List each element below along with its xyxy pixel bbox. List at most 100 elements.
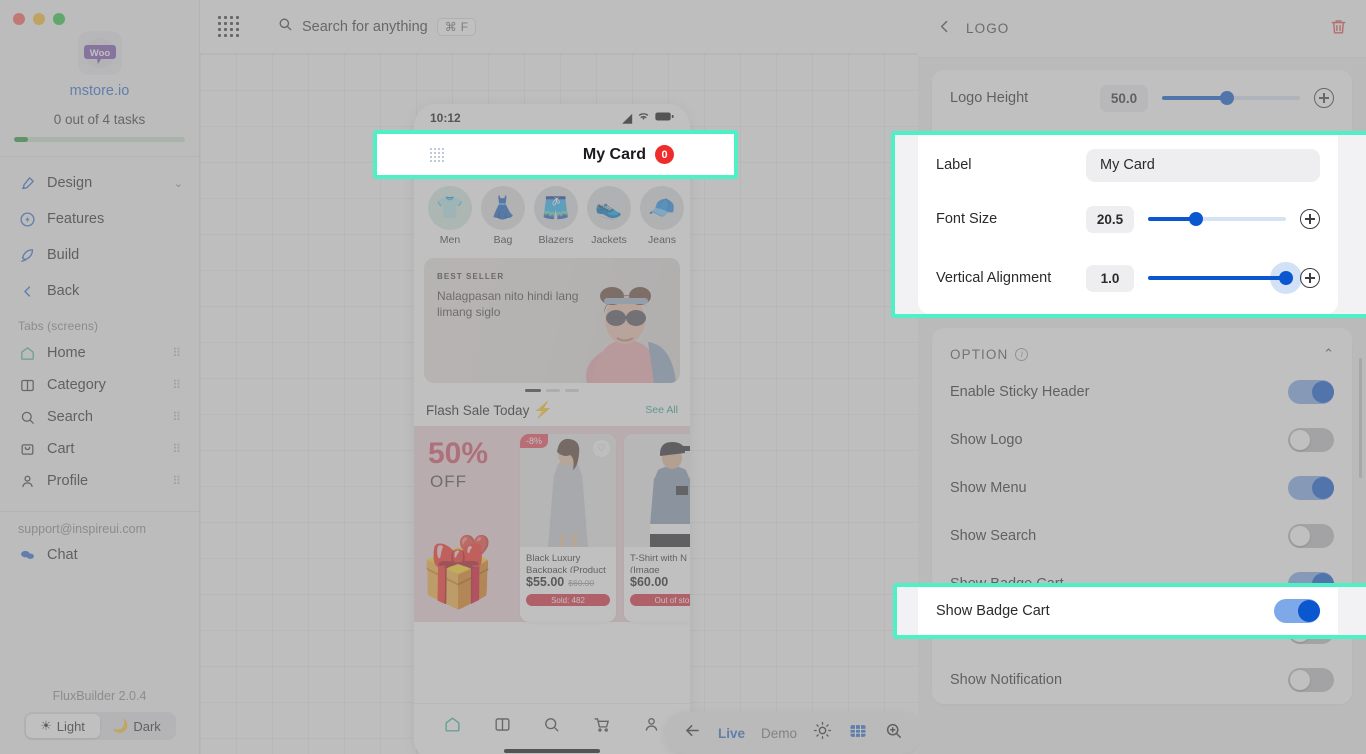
vertical-alignment-add-button[interactable] (1314, 262, 1334, 282)
font-size-slider[interactable] (1162, 200, 1300, 220)
product-card[interactable]: -8% ♡ Black Luxury Backpack (Product $55… (520, 434, 616, 622)
store-name-link[interactable]: mstore.io (70, 83, 130, 99)
promo-card[interactable]: 50% OFF ❤️ 🎁 (414, 426, 512, 622)
toggle-switch[interactable] (1288, 428, 1334, 452)
drag-handle-icon[interactable]: ⠿ (172, 446, 183, 453)
theme-switch[interactable]: ☀ Light 🌙 Dark (24, 712, 176, 740)
phone-category-row[interactable]: 👕 Men 👗 Bag 🩳 Blazers 👟 Jackets 🧢 Jeans (414, 176, 690, 252)
toggle-switch[interactable] (1288, 572, 1334, 596)
see-all-link[interactable]: See All (645, 404, 678, 416)
toggle-row-show-cart[interactable]: Show Cart (932, 608, 1352, 656)
drag-grid-icon[interactable] (430, 147, 444, 161)
vertical-alignment-slider[interactable] (1162, 262, 1300, 282)
toggle-switch[interactable] (1288, 524, 1334, 548)
zoom-in-icon[interactable] (884, 721, 903, 745)
product-card[interactable]: T-Shirt with N Stop (Image $60.00 Out of… (624, 434, 690, 622)
logo-height-add-button[interactable] (1314, 88, 1334, 108)
drag-handle-icon[interactable]: ⠿ (172, 382, 183, 389)
category-emoji-icon: 🩳 (534, 186, 578, 230)
panel-scrollbar[interactable] (1359, 358, 1362, 478)
toggle-switch[interactable] (1288, 380, 1334, 404)
toolbar-demo-button[interactable]: Demo (761, 726, 797, 741)
sidebar-item-cart[interactable]: Cart ⠿ (0, 433, 199, 465)
design-canvas[interactable]: 10:12 ◢ My Card 0 👕 M (200, 54, 918, 754)
option-section-header[interactable]: OPTION i ⌃ (932, 328, 1352, 368)
product-price-row: $55.00 $60.00 (520, 573, 616, 589)
phone-preview[interactable]: 10:12 ◢ My Card 0 👕 M (414, 104, 690, 754)
toggle-switch[interactable] (1288, 668, 1334, 692)
tabbar-home-icon[interactable] (443, 715, 462, 739)
chevron-down-icon[interactable]: ⌄ (174, 177, 183, 190)
logo-height-row[interactable]: Logo Height 50.0 (932, 70, 1352, 126)
sidebar-item-features[interactable]: Features (0, 201, 199, 237)
favorite-heart-icon[interactable]: ♡ (593, 440, 610, 457)
sidebar-item-home[interactable]: Home ⠿ (0, 337, 199, 369)
arrow-left-icon[interactable] (683, 721, 702, 745)
toggle-row-show-notification[interactable]: Show Notification (932, 656, 1352, 704)
label-row[interactable]: Label My Card (932, 126, 1352, 182)
phone-tabbar[interactable] (414, 703, 690, 749)
phone-app-header[interactable]: My Card 0 (414, 132, 690, 176)
sidebar-item-back[interactable]: Back (0, 273, 199, 309)
phone-banner[interactable]: BEST SELLER Nalagpasan nito hindi lang l… (424, 258, 680, 383)
theme-light-button[interactable]: ☀ Light (26, 714, 100, 738)
toggle-row-show-menu[interactable]: Show Menu (932, 464, 1352, 512)
label-font-vertical-group: Label My Card Font Size 20.5 Vertical Al… (932, 126, 1352, 306)
apps-grid-icon[interactable] (218, 16, 239, 37)
sidebar-item-chat[interactable]: Chat (0, 539, 199, 571)
panel-body[interactable]: Logo Height 50.0 Label My Card Font Size… (918, 58, 1366, 754)
sidebar-item-search[interactable]: Search ⠿ (0, 401, 199, 433)
tabbar-search-icon[interactable] (542, 715, 561, 739)
label-input[interactable]: My Card (1100, 138, 1334, 171)
drag-handle-icon[interactable]: ⠿ (172, 350, 183, 357)
status-icons: ◢ (623, 111, 674, 125)
font-size-add-button[interactable] (1314, 200, 1334, 220)
zoom-button[interactable] (53, 13, 65, 25)
category-item[interactable]: 👗 Bag (479, 186, 527, 246)
logo-height-value[interactable]: 50.0 (1100, 85, 1148, 112)
canvas-float-toolbar[interactable]: Live Demo (665, 712, 918, 754)
font-size-row[interactable]: Font Size 20.5 (932, 182, 1352, 238)
toggle-switch[interactable] (1288, 476, 1334, 500)
tabbar-profile-icon[interactable] (642, 715, 661, 739)
toggle-row-enable-sticky-header[interactable]: Enable Sticky Header (932, 368, 1352, 416)
minimize-button[interactable] (33, 13, 45, 25)
vertical-alignment-row[interactable]: Vertical Alignment 1.0 (932, 238, 1352, 306)
drag-handle-icon[interactable]: ⠿ (172, 414, 183, 421)
toggle-row-show-logo[interactable]: Show Logo (932, 416, 1352, 464)
drag-handle-icon[interactable]: ⠿ (172, 478, 183, 485)
close-button[interactable] (13, 13, 25, 25)
category-item[interactable]: 👕 Men (426, 186, 474, 246)
tabbar-cart-icon[interactable] (592, 715, 611, 739)
vertical-alignment-value[interactable]: 1.0 (1100, 259, 1148, 286)
category-item[interactable]: 🩳 Blazers (532, 186, 580, 246)
logo-height-slider[interactable] (1162, 88, 1300, 108)
info-icon[interactable]: i (1015, 348, 1028, 361)
sidebar-item-profile[interactable]: Profile ⠿ (0, 465, 199, 497)
sidebar-item-build[interactable]: Build (0, 237, 199, 273)
panel-header: LOGO (918, 0, 1366, 58)
theme-dark-button[interactable]: 🌙 Dark (100, 714, 174, 738)
font-size-value[interactable]: 20.5 (1100, 197, 1148, 224)
toggle-row-show-badge-cart[interactable]: Show Badge Cart (932, 560, 1352, 608)
category-item[interactable]: 🧢 Jeans (638, 186, 686, 246)
sidebar-item-design[interactable]: Design ⌄ (0, 165, 199, 201)
toggle-switch[interactable] (1288, 620, 1334, 644)
chevron-up-icon[interactable]: ⌃ (1323, 346, 1334, 362)
tasks-progress-bar (14, 137, 185, 142)
toolbar-live-button[interactable]: Live (718, 726, 745, 741)
trash-icon[interactable] (1329, 17, 1348, 41)
tabbar-category-icon[interactable] (493, 715, 512, 739)
home-indicator (504, 749, 600, 753)
category-emoji-icon: 👕 (428, 186, 472, 230)
grid-icon[interactable] (848, 721, 868, 746)
brightness-icon[interactable] (813, 721, 832, 745)
toggle-row-show-search[interactable]: Show Search (932, 512, 1352, 560)
chevron-left-icon (18, 282, 36, 300)
flash-sale-strip[interactable]: 50% OFF ❤️ 🎁 -8% (414, 426, 690, 622)
option-card: OPTION i ⌃ Enable Sticky Header Show Log… (932, 328, 1352, 704)
chevron-left-icon[interactable] (936, 18, 953, 40)
category-item[interactable]: 👟 Jackets (585, 186, 633, 246)
sidebar-item-category[interactable]: Category ⠿ (0, 369, 199, 401)
search-input[interactable]: Search for anything ⌘ F (277, 16, 476, 37)
